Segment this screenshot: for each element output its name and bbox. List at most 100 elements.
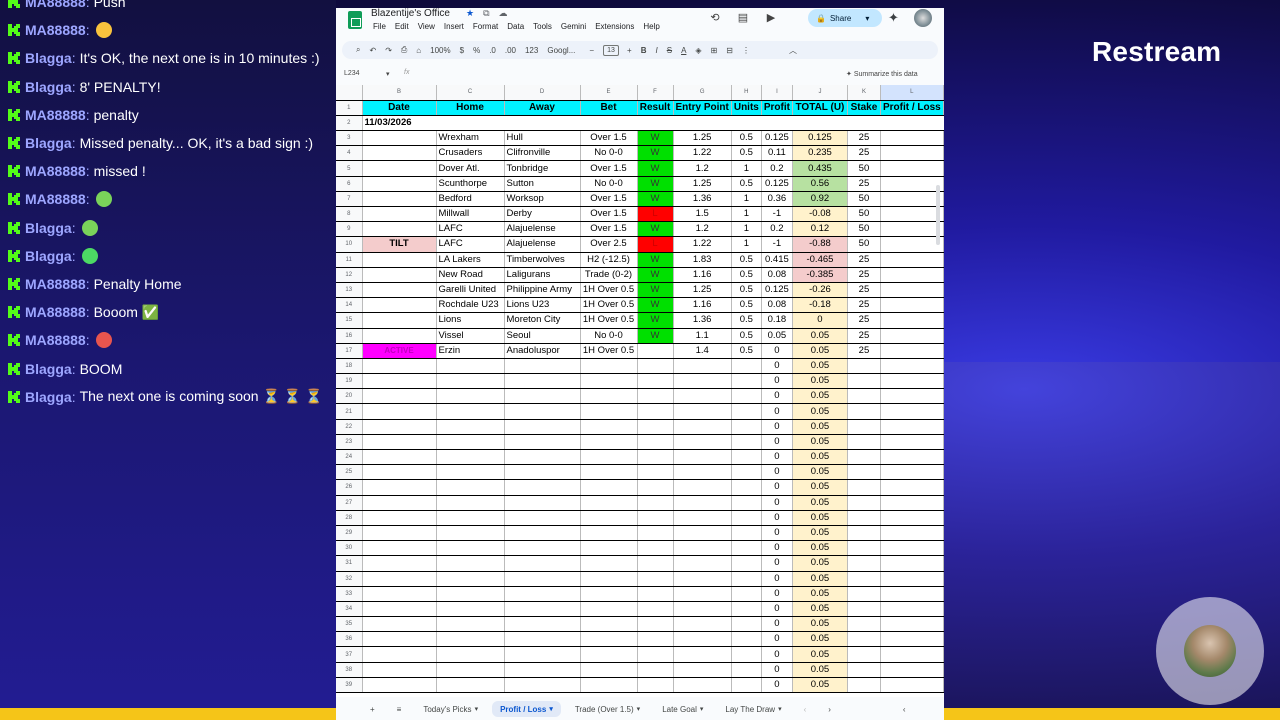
stake-cell[interactable]: 25 bbox=[847, 297, 881, 314]
profit-cell[interactable]: 0 bbox=[761, 343, 793, 359]
empty-cell[interactable] bbox=[880, 540, 944, 557]
result-cell[interactable]: W bbox=[637, 145, 674, 162]
total-cell[interactable]: 0.05 bbox=[792, 419, 848, 435]
empty-cell[interactable] bbox=[362, 388, 437, 405]
away-cell[interactable]: Lions U23 bbox=[504, 297, 581, 314]
empty-cell[interactable] bbox=[847, 601, 881, 618]
empty-cell[interactable] bbox=[436, 525, 505, 542]
total-cell[interactable]: 0.05 bbox=[792, 677, 848, 694]
empty-cell[interactable] bbox=[580, 358, 638, 375]
empty-cell[interactable] bbox=[761, 115, 793, 132]
empty-cell[interactable] bbox=[580, 540, 638, 557]
font-select[interactable]: Googl... bbox=[547, 46, 575, 55]
empty-cell[interactable] bbox=[731, 373, 762, 390]
star-icon[interactable]: ★ bbox=[466, 8, 474, 19]
sidebar-toggle-icon[interactable]: ‹ bbox=[895, 701, 914, 717]
empty-cell[interactable] bbox=[637, 631, 674, 648]
empty-cell[interactable] bbox=[847, 495, 881, 511]
total-cell[interactable]: 0.05 bbox=[792, 662, 848, 678]
empty-cell[interactable] bbox=[673, 616, 732, 633]
column-title[interactable]: Away bbox=[504, 100, 581, 116]
empty-cell[interactable] bbox=[673, 403, 732, 420]
row-number[interactable]: 25 bbox=[336, 464, 363, 481]
empty-cell[interactable] bbox=[880, 358, 944, 375]
empty-cell[interactable] bbox=[637, 419, 674, 435]
profit-cell[interactable]: 0 bbox=[761, 495, 793, 511]
profit-cell[interactable]: 0.2 bbox=[761, 160, 793, 177]
empty-cell[interactable] bbox=[880, 631, 944, 648]
all-sheets-icon[interactable]: ≡ bbox=[389, 701, 410, 717]
row-number[interactable]: 13 bbox=[336, 282, 363, 299]
units-cell[interactable]: 1 bbox=[731, 236, 762, 253]
empty-cell[interactable] bbox=[436, 373, 505, 390]
profit-loss-cell[interactable] bbox=[880, 206, 944, 223]
tag-cell[interactable] bbox=[362, 130, 437, 147]
tag-cell[interactable] bbox=[362, 160, 437, 177]
row-number[interactable]: 34 bbox=[336, 601, 363, 618]
profit-cell[interactable]: 0 bbox=[761, 662, 793, 678]
empty-cell[interactable] bbox=[504, 525, 581, 542]
tag-cell[interactable] bbox=[362, 221, 437, 238]
empty-cell[interactable] bbox=[362, 449, 437, 466]
empty-cell[interactable] bbox=[637, 403, 674, 420]
profit-cell[interactable]: 0.08 bbox=[761, 297, 793, 314]
empty-cell[interactable] bbox=[436, 555, 505, 572]
result-cell[interactable]: W bbox=[637, 252, 674, 268]
empty-cell[interactable] bbox=[362, 434, 437, 451]
result-cell[interactable]: W bbox=[637, 176, 674, 192]
total-cell[interactable]: 0.05 bbox=[792, 571, 848, 587]
empty-cell[interactable] bbox=[673, 662, 732, 678]
sheet-tab[interactable]: Today's Picks ▾ bbox=[415, 701, 486, 717]
empty-cell[interactable] bbox=[880, 646, 944, 663]
empty-cell[interactable] bbox=[637, 555, 674, 572]
menu-item-tools[interactable]: Tools bbox=[533, 22, 552, 31]
result-cell[interactable]: W bbox=[637, 130, 674, 147]
result-cell[interactable]: W bbox=[637, 312, 674, 329]
empty-cell[interactable] bbox=[847, 646, 881, 663]
empty-cell[interactable] bbox=[637, 677, 674, 694]
empty-cell[interactable] bbox=[436, 449, 505, 466]
column-title[interactable]: Date bbox=[362, 100, 437, 116]
home-cell[interactable]: New Road bbox=[436, 267, 505, 283]
empty-cell[interactable] bbox=[504, 601, 581, 618]
entry-cell[interactable]: 1.1 bbox=[673, 328, 732, 344]
entry-cell[interactable]: 1.2 bbox=[673, 221, 732, 238]
bet-cell[interactable]: Over 1.5 bbox=[580, 160, 638, 177]
empty-cell[interactable] bbox=[847, 358, 881, 375]
empty-cell[interactable] bbox=[436, 677, 505, 694]
empty-cell[interactable] bbox=[637, 616, 674, 633]
empty-cell[interactable] bbox=[731, 586, 762, 602]
total-cell[interactable]: 0.92 bbox=[792, 191, 848, 208]
bet-cell[interactable]: 1H Over 0.5 bbox=[580, 282, 638, 299]
home-cell[interactable]: Erzin bbox=[436, 343, 505, 359]
result-cell[interactable]: L bbox=[637, 206, 674, 223]
stake-cell[interactable]: 50 bbox=[847, 236, 881, 253]
empty-cell[interactable] bbox=[362, 373, 437, 390]
away-cell[interactable]: Tonbridge bbox=[504, 160, 581, 177]
empty-cell[interactable] bbox=[673, 495, 732, 511]
menu-item-extensions[interactable]: Extensions bbox=[595, 22, 634, 31]
units-cell[interactable]: 1 bbox=[731, 206, 762, 223]
stake-cell[interactable]: 25 bbox=[847, 282, 881, 299]
column-header[interactable]: G bbox=[673, 85, 732, 101]
total-cell[interactable]: 0.05 bbox=[792, 358, 848, 375]
sheet-tab[interactable]: Late Goal ▾ bbox=[654, 701, 711, 717]
row-number[interactable]: 31 bbox=[336, 555, 363, 572]
bet-cell[interactable]: No 0-0 bbox=[580, 328, 638, 344]
home-cell[interactable]: Garelli United bbox=[436, 282, 505, 299]
empty-cell[interactable] bbox=[637, 540, 674, 557]
units-cell[interactable]: 1 bbox=[731, 221, 762, 238]
empty-cell[interactable] bbox=[637, 464, 674, 481]
row-number[interactable]: 3 bbox=[336, 130, 363, 147]
empty-cell[interactable] bbox=[880, 449, 944, 466]
empty-cell[interactable] bbox=[880, 616, 944, 633]
row-number[interactable]: 19 bbox=[336, 373, 363, 390]
entry-cell[interactable]: 1.16 bbox=[673, 297, 732, 314]
empty-cell[interactable] bbox=[362, 464, 437, 481]
home-cell[interactable]: Dover Atl. bbox=[436, 160, 505, 177]
away-cell[interactable]: Philippine Army bbox=[504, 282, 581, 299]
empty-cell[interactable] bbox=[847, 555, 881, 572]
empty-cell[interactable] bbox=[362, 479, 437, 496]
empty-cell[interactable] bbox=[362, 631, 437, 648]
empty-cell[interactable] bbox=[880, 388, 944, 405]
